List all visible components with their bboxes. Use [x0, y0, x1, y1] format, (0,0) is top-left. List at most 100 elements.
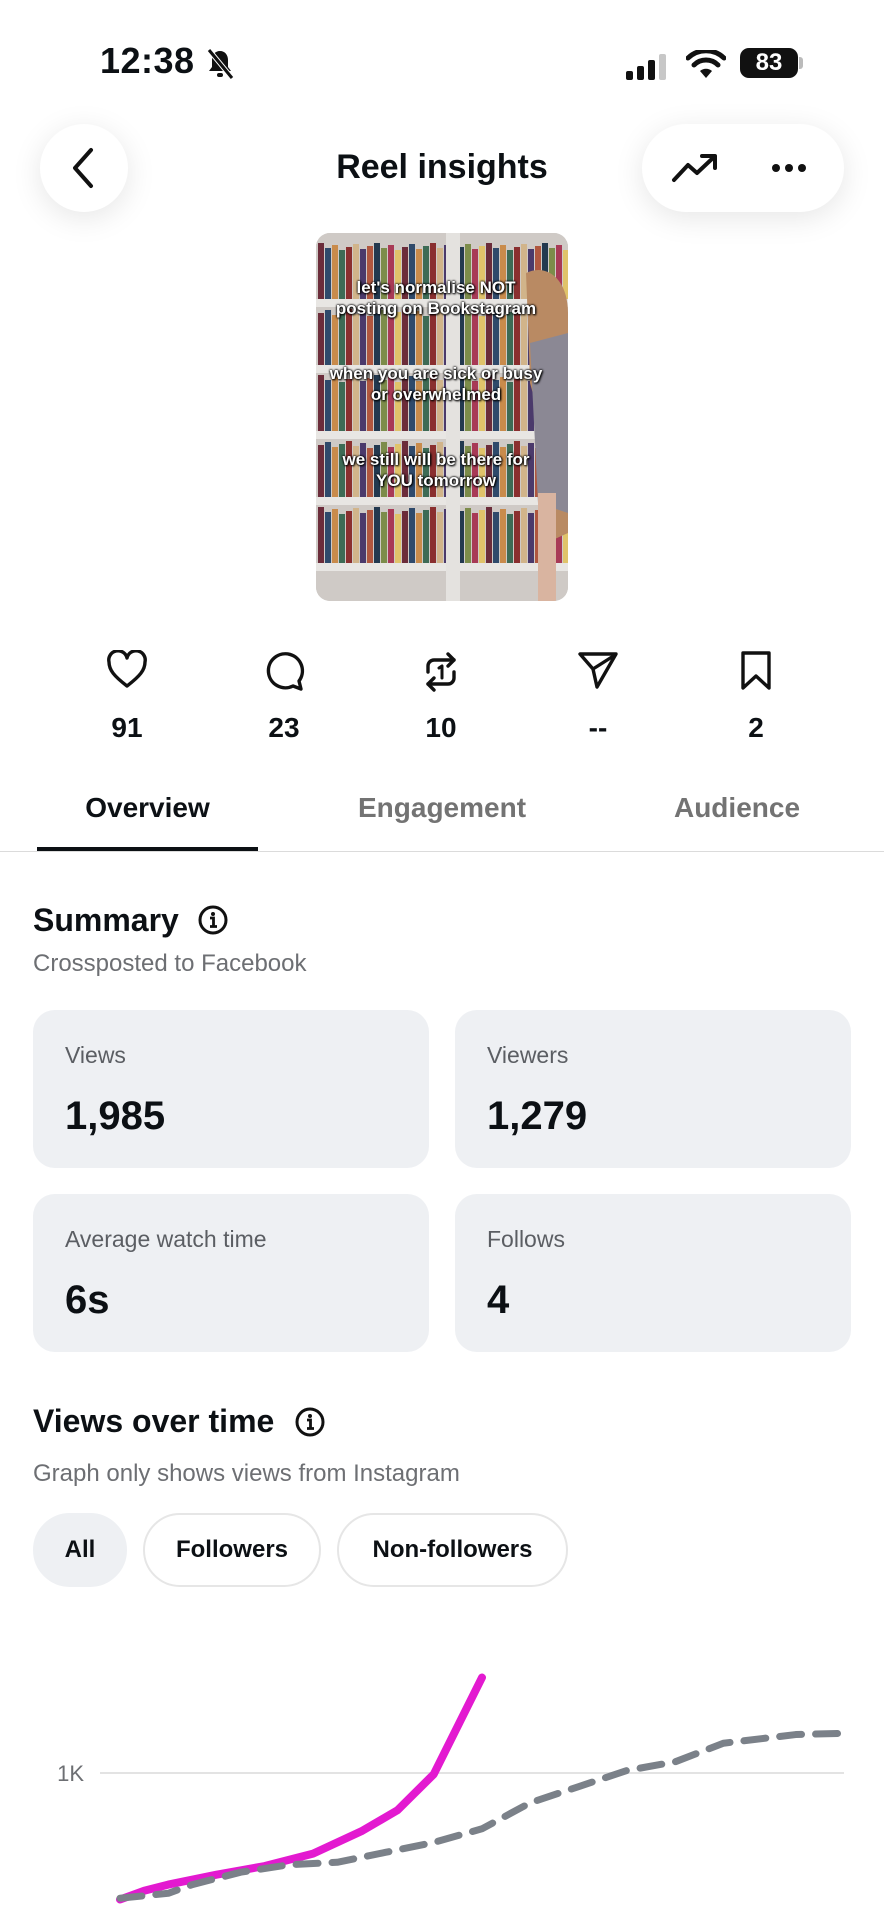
viewers-card: Viewers 1,279	[455, 1010, 851, 1168]
overlay-line-2: when you are sick or busy or overwhelmed	[329, 364, 543, 404]
book-spine	[339, 514, 345, 563]
share-icon	[578, 652, 618, 689]
more-options-button[interactable]	[754, 138, 824, 198]
reposts-count: 10	[425, 712, 457, 743]
views-label: Views	[65, 1042, 126, 1068]
likes-count: 91	[111, 712, 143, 743]
book-spine	[381, 512, 387, 563]
trending-up-icon	[672, 154, 717, 182]
book-spine	[318, 313, 324, 365]
book-spine	[346, 511, 352, 563]
book-spine	[353, 508, 359, 563]
book-spine	[402, 511, 408, 563]
book-spine	[374, 507, 380, 563]
book-spine	[332, 509, 338, 563]
overlay-line-1: let's normalise NOT posting on Bookstagr…	[335, 278, 537, 318]
book-spine	[507, 514, 513, 563]
book-spine	[528, 513, 534, 563]
views-card: Views 1,985	[33, 1010, 429, 1168]
overlay-line-3: we still will be there for YOU tomorrow	[342, 450, 530, 490]
viewers-label: Viewers	[487, 1042, 569, 1068]
shelf-board	[316, 497, 568, 505]
tab-audience[interactable]: Audience	[640, 792, 834, 824]
book-spine	[374, 313, 380, 365]
viewers-value: 1,279	[487, 1094, 588, 1138]
views-line-chart: 2K 1K	[57, 1660, 848, 1904]
book-spine	[360, 513, 366, 563]
battery-tip	[799, 57, 803, 69]
more-horizontal-icon	[772, 164, 806, 172]
filter-chip-followers[interactable]: Followers	[143, 1513, 321, 1587]
filter-chip-non-followers[interactable]: Non-followers	[337, 1513, 568, 1587]
book-spine	[423, 316, 429, 365]
book-spine	[367, 316, 373, 365]
trending-button[interactable]	[660, 138, 730, 198]
book-spine	[353, 314, 359, 365]
book-spine	[514, 511, 520, 563]
book-spine	[395, 312, 401, 365]
book-spine	[521, 508, 527, 563]
reel-thumbnail[interactable]: let's normalise NOT posting on Bookstagr…	[316, 233, 568, 601]
filter-chip-all[interactable]: All	[33, 1513, 127, 1587]
book-spine	[479, 510, 485, 563]
tab-overview[interactable]: Overview	[37, 792, 258, 824]
status-time: 12:38	[100, 40, 195, 81]
book-spine	[437, 512, 443, 563]
follows-card: Follows 4	[455, 1194, 851, 1352]
comment-icon	[266, 652, 305, 691]
book-spine	[486, 313, 492, 365]
book-spine	[430, 313, 436, 365]
book-spine	[479, 316, 485, 365]
views-over-time-info-button[interactable]	[295, 1407, 325, 1442]
reposts-stat[interactable]: 10	[381, 650, 501, 744]
comparison-series-line	[116, 1729, 848, 1902]
book-spine	[318, 445, 324, 497]
y-tick-label: 2K	[57, 1660, 84, 1662]
y-tick-label: 1K	[57, 1761, 84, 1786]
book-spine	[423, 510, 429, 563]
views-over-time-title: Views over time	[33, 1403, 275, 1439]
book-spine	[409, 508, 415, 563]
book-spine	[465, 508, 471, 563]
book-spine	[367, 510, 373, 563]
average-watch-time-card: Average watch time 6s	[33, 1194, 429, 1352]
book-spine	[486, 507, 492, 563]
wifi-icon	[685, 48, 727, 85]
shares-stat[interactable]: --	[538, 650, 658, 744]
info-icon	[295, 1407, 325, 1437]
book-spine	[318, 507, 324, 563]
book-spine	[500, 509, 506, 563]
book-spine	[472, 311, 478, 365]
book-spine	[318, 375, 324, 431]
book-spine	[472, 513, 478, 563]
summary-title: Summary	[33, 902, 179, 938]
battery-level: 83	[740, 48, 798, 78]
summary-info-button[interactable]	[198, 905, 228, 940]
saves-count: 2	[748, 712, 764, 743]
book-spine	[388, 315, 394, 365]
book-spine	[507, 312, 513, 365]
views-value: 1,985	[65, 1094, 166, 1138]
book-spine	[416, 311, 422, 365]
book-spine	[332, 315, 338, 365]
book-spine	[339, 312, 345, 365]
book-spine	[430, 507, 436, 563]
summary-subtitle: Crossposted to Facebook	[33, 950, 307, 977]
views-over-time-subtitle: Graph only shows views from Instagram	[33, 1460, 460, 1487]
repost-icon	[426, 652, 456, 692]
book-spine	[388, 509, 394, 563]
book-spine	[500, 315, 506, 365]
book-spine	[409, 314, 415, 365]
likes-stat[interactable]: 91	[67, 650, 187, 744]
tab-engagement[interactable]: Engagement	[330, 792, 554, 824]
average-watch-time-label: Average watch time	[65, 1226, 267, 1252]
book-spine	[493, 512, 499, 563]
shelf-board	[316, 563, 568, 571]
silent-mode-icon	[205, 48, 235, 80]
heart-icon	[107, 650, 147, 688]
saves-stat[interactable]: 2	[696, 650, 816, 744]
header-actions	[642, 124, 844, 212]
comments-stat[interactable]: 23	[224, 650, 344, 744]
shares-count: --	[588, 712, 608, 743]
shelf-board	[316, 431, 568, 439]
